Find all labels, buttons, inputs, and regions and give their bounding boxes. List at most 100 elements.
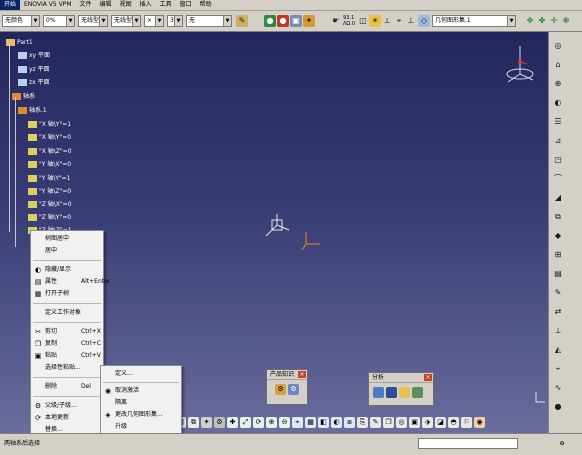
line-icon[interactable]: ⌁ bbox=[552, 363, 564, 374]
copy-icon[interactable]: ⎘ bbox=[357, 417, 368, 428]
tree-node[interactable]: "Z 轴\X"=0 bbox=[28, 200, 72, 209]
zoom-in-icon[interactable]: ⊕ bbox=[266, 417, 277, 428]
curvature-analysis-icon[interactable] bbox=[386, 387, 397, 398]
pan-icon[interactable]: ✙ bbox=[560, 15, 572, 27]
lamp-icon[interactable]: ✦ bbox=[303, 15, 315, 27]
point-style-dropdown[interactable]: × ▼ bbox=[144, 15, 164, 27]
menu-item-2[interactable]: 文件 bbox=[76, 0, 96, 10]
context-item[interactable]: 选择性粘贴... bbox=[31, 362, 103, 374]
hide-icon[interactable]: ◐ bbox=[331, 417, 342, 428]
compass-icon[interactable] bbox=[500, 42, 540, 92]
revolve-icon[interactable]: ◐ bbox=[552, 97, 564, 108]
context-item[interactable]: 居中 bbox=[31, 245, 103, 257]
tree-node[interactable]: "Y 轴\X"=0 bbox=[28, 160, 71, 169]
menu-item-6[interactable]: 工具 bbox=[156, 0, 176, 10]
knowledge-icon[interactable]: ⚙ bbox=[275, 384, 286, 395]
sweep-icon[interactable]: ☰ bbox=[552, 116, 564, 127]
context-item-center-tree[interactable]: 树图居中 bbox=[31, 233, 103, 245]
submenu-item[interactable]: ◉ 取消激活 bbox=[101, 385, 181, 397]
menu-item-5[interactable]: 插入 bbox=[136, 0, 156, 10]
analysis-toolbar[interactable]: 分析 × bbox=[368, 372, 434, 406]
tree-node[interactable]: "Y 轴\Y"=1 bbox=[28, 174, 71, 183]
linetype-dropdown[interactable]: 无线型 ▼ bbox=[78, 15, 108, 27]
opacity-dropdown[interactable]: 0% ▼ bbox=[43, 15, 75, 27]
window-icon[interactable]: ⧉ bbox=[188, 417, 199, 428]
menu-item-7[interactable]: 窗口 bbox=[176, 0, 196, 10]
tree-node[interactable]: "X 轴\Y"=0 bbox=[28, 133, 71, 142]
wireframe-icon[interactable]: ⌖ bbox=[393, 15, 405, 27]
connect-checker-icon[interactable] bbox=[399, 387, 410, 398]
views-icon[interactable]: ▦ bbox=[305, 417, 316, 428]
hand-icon[interactable]: ☛ bbox=[330, 15, 342, 27]
pattern-icon[interactable]: ⊞ bbox=[552, 249, 564, 260]
split-icon[interactable]: ◢ bbox=[552, 192, 564, 203]
context-item[interactable]: 删除 Del bbox=[31, 381, 103, 393]
context-item[interactable]: ❐ 复制 Ctrl+C bbox=[31, 338, 103, 350]
context-item[interactable]: ◐ 隐藏/显示 bbox=[31, 264, 103, 276]
close-icon[interactable]: × bbox=[298, 371, 306, 378]
curve-icon[interactable]: ∿ bbox=[552, 382, 564, 393]
apply-icon[interactable]: ◓ bbox=[448, 417, 459, 428]
record-icon[interactable]: ● bbox=[277, 15, 289, 27]
target-icon[interactable]: ◎ bbox=[396, 417, 407, 428]
point-icon[interactable]: ● bbox=[552, 401, 564, 412]
context-item[interactable]: 定义工作对象 bbox=[31, 307, 103, 319]
context-item[interactable]: ⟳ 本地更新 bbox=[31, 412, 103, 424]
settings-icon[interactable]: ⚙ bbox=[214, 417, 225, 428]
tree-node[interactable]: yz 平面 bbox=[18, 65, 50, 74]
submenu-item[interactable]: ◈ 更改几何图形集... bbox=[101, 409, 181, 421]
context-item[interactable]: ▦ 打开子树 bbox=[31, 288, 103, 300]
tool-icon[interactable]: ◇ bbox=[418, 15, 430, 27]
tree-node[interactable]: "Y 轴\Z"=0 bbox=[28, 187, 71, 196]
fit-all-icon[interactable]: ✛ bbox=[548, 15, 560, 27]
command-input[interactable] bbox=[418, 438, 518, 449]
flag-icon[interactable]: ⚐ bbox=[461, 417, 472, 428]
magic-icon[interactable]: ⬗ bbox=[422, 417, 433, 428]
brush-icon[interactable]: ✎ bbox=[236, 15, 248, 27]
render-icon[interactable]: ◧ bbox=[318, 417, 329, 428]
layer-icon[interactable]: ▤ bbox=[552, 268, 564, 279]
transform-icon[interactable]: ⇄ bbox=[552, 306, 564, 317]
material-icon[interactable]: ◪ bbox=[435, 417, 446, 428]
colors-icon[interactable]: ◉ bbox=[474, 417, 485, 428]
drive-icon[interactable]: ▣ bbox=[290, 15, 302, 27]
axis-system-glyph[interactable] bbox=[258, 212, 298, 252]
axis-system-2-glyph[interactable] bbox=[300, 230, 324, 254]
submenu-item[interactable]: 隔离 bbox=[101, 397, 181, 409]
select-icon[interactable]: ✦ bbox=[201, 417, 212, 428]
edit-icon[interactable]: ✎ bbox=[552, 287, 564, 298]
tree-node[interactable]: xy 平面 bbox=[18, 51, 50, 60]
rotate-icon[interactable]: ⟳ bbox=[253, 417, 264, 428]
product-knowledge-toolbar[interactable]: 产品知识 × ⚙ ⚙ bbox=[266, 369, 308, 405]
menu-item-4[interactable]: 视图 bbox=[116, 0, 136, 10]
tree-node[interactable]: "Z 轴\Y"=0 bbox=[28, 213, 71, 222]
tree-node[interactable]: Part1 bbox=[6, 38, 33, 47]
submenu-item[interactable]: 定义... bbox=[101, 368, 181, 380]
pad-icon[interactable]: ⌂ bbox=[552, 59, 564, 70]
measure-icon[interactable]: ◫ bbox=[357, 15, 369, 27]
tree-node[interactable]: "X 轴\Z"=0 bbox=[28, 147, 72, 156]
axis-icon[interactable]: ⟂ bbox=[552, 325, 564, 336]
sphere-icon[interactable]: ● bbox=[264, 15, 276, 27]
plane-icon[interactable]: ◭ bbox=[552, 344, 564, 355]
join-icon[interactable]: ⧉ bbox=[552, 211, 564, 222]
rotate-icon[interactable]: ✤ bbox=[536, 15, 548, 27]
geoset-dropdown[interactable]: 几何图形集.1 ▼ bbox=[432, 15, 516, 27]
tree-node[interactable]: "X 轴\Y"=1 bbox=[28, 120, 71, 129]
sketch-icon[interactable]: ◎ bbox=[552, 40, 564, 51]
blend-icon[interactable]: ◳ bbox=[552, 154, 564, 165]
normal-view-icon[interactable]: ⌖ bbox=[292, 417, 303, 428]
edit-icon[interactable]: ✎ bbox=[370, 417, 381, 428]
extrude-icon[interactable]: ⊕ bbox=[552, 78, 564, 89]
fill-icon[interactable]: ⊿ bbox=[552, 135, 564, 146]
sun-icon[interactable]: ☀ bbox=[369, 15, 381, 27]
move-icon[interactable]: ✥ bbox=[524, 15, 536, 27]
tree-node[interactable]: 轴系.1 bbox=[18, 106, 47, 115]
frame-icon[interactable]: ❐ bbox=[383, 417, 394, 428]
fit-icon[interactable]: ✚ bbox=[227, 417, 238, 428]
context-item[interactable]: ✂ 剪切 Ctrl+X bbox=[31, 326, 103, 338]
fillet-icon[interactable]: ◆ bbox=[552, 230, 564, 241]
color-dropdown[interactable]: 无颜色 ▼ bbox=[2, 15, 40, 27]
draft-analysis-icon[interactable] bbox=[373, 387, 384, 398]
menu-item-8[interactable]: 帮助 bbox=[196, 0, 216, 10]
